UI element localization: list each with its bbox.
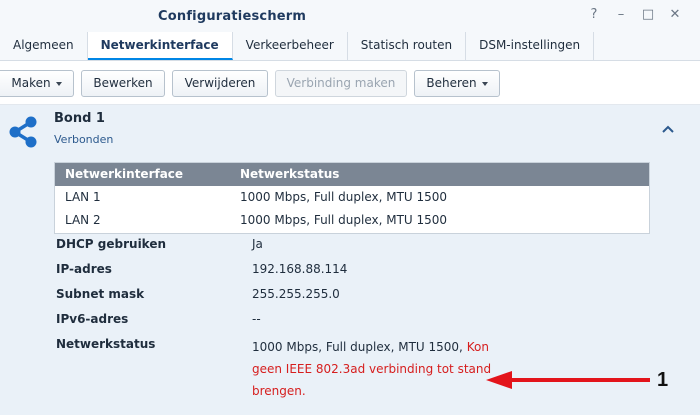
property-value: -- bbox=[252, 312, 261, 326]
netstatus-text: 1000 Mbps, Full duplex, MTU 1500, bbox=[252, 340, 463, 354]
netstatus-value: 1000 Mbps, Full duplex, MTU 1500, Kon ge… bbox=[252, 336, 502, 402]
cell-status: 1000 Mbps, Full duplex, MTU 1500 bbox=[240, 190, 448, 204]
annotation-arrow-icon bbox=[486, 371, 650, 389]
maken-dropdown-button[interactable]: Maken bbox=[0, 70, 74, 97]
column-header-interface: Netwerkinterface bbox=[65, 167, 184, 181]
property-label: Subnet mask bbox=[56, 287, 145, 301]
verwijderen-button[interactable]: Verwijderen bbox=[172, 70, 268, 97]
property-label: IP-adres bbox=[56, 262, 112, 276]
bewerken-button[interactable]: Bewerken bbox=[81, 70, 165, 97]
window-controls: ? – □ ✕ bbox=[587, 7, 682, 23]
maximize-icon[interactable]: □ bbox=[641, 7, 655, 23]
bond-panel: Bond 1 Verbonden Netwerkinterface Netwer… bbox=[0, 105, 700, 415]
tab-netwerkinterface[interactable]: Netwerkinterface bbox=[87, 32, 233, 60]
tab-bar: Algemeen Netwerkinterface Verkeerbeheer … bbox=[0, 32, 700, 61]
toolbar: Maken Bewerken Verwijderen Verbinding ma… bbox=[0, 61, 700, 105]
cell-interface: LAN 2 bbox=[65, 213, 101, 227]
property-label: IPv6-adres bbox=[56, 312, 129, 326]
minimize-icon[interactable]: – bbox=[614, 7, 628, 23]
chevron-down-icon bbox=[481, 81, 488, 86]
share-network-icon bbox=[9, 116, 37, 148]
error-text-line-2: geen IEEE 802.3ad verbinding tot stand bbox=[252, 362, 492, 376]
error-text-line-3: brengen. bbox=[252, 384, 306, 398]
title-bar: Configuratiescherm ? – □ ✕ bbox=[0, 0, 700, 32]
chevron-up-icon[interactable] bbox=[660, 123, 676, 135]
table-header: Netwerkinterface Netwerkstatus bbox=[55, 163, 649, 186]
table-row[interactable]: LAN 1 1000 Mbps, Full duplex, MTU 1500 bbox=[55, 186, 649, 209]
tab-algemeen[interactable]: Algemeen bbox=[0, 32, 88, 60]
column-header-status: Netwerkstatus bbox=[240, 167, 340, 181]
property-ipv6: IPv6-adres -- bbox=[56, 312, 656, 332]
table-row[interactable]: LAN 2 1000 Mbps, Full duplex, MTU 1500 bbox=[55, 209, 649, 232]
bond-status: Verbonden bbox=[54, 133, 114, 146]
tab-statisch-routen[interactable]: Statisch routen bbox=[348, 32, 467, 60]
interfaces-table: Netwerkinterface Netwerkstatus LAN 1 100… bbox=[54, 162, 650, 234]
property-value: 255.255.255.0 bbox=[252, 287, 340, 301]
property-subnet: Subnet mask 255.255.255.0 bbox=[56, 287, 656, 307]
tab-verkeerbeheer[interactable]: Verkeerbeheer bbox=[233, 32, 348, 60]
beheren-label: Beheren bbox=[426, 76, 477, 90]
property-value: 192.168.88.114 bbox=[252, 262, 348, 276]
cell-status: 1000 Mbps, Full duplex, MTU 1500 bbox=[240, 213, 448, 227]
annotation-number: 1 bbox=[657, 369, 669, 391]
property-label: DHCP gebruiken bbox=[56, 237, 167, 251]
tab-dsm-instellingen[interactable]: DSM-instellingen bbox=[466, 32, 595, 60]
chevron-down-icon bbox=[55, 81, 62, 86]
cell-interface: LAN 1 bbox=[65, 190, 101, 204]
beheren-dropdown-button[interactable]: Beheren bbox=[414, 70, 500, 97]
netstatus-line-1: 1000 Mbps, Full duplex, MTU 1500, Kon bbox=[252, 336, 502, 358]
window-title: Configuratiescherm bbox=[158, 9, 307, 24]
maken-label: Maken bbox=[11, 76, 51, 90]
error-text: Kon bbox=[466, 340, 489, 354]
property-ip: IP-adres 192.168.88.114 bbox=[56, 262, 656, 282]
property-value: Ja bbox=[252, 237, 263, 251]
property-label: Netwerkstatus bbox=[56, 337, 156, 351]
bond-name: Bond 1 bbox=[54, 111, 105, 126]
verbinding-maken-button[interactable]: Verbinding maken bbox=[275, 70, 407, 97]
help-icon[interactable]: ? bbox=[587, 7, 601, 23]
property-dhcp: DHCP gebruiken Ja bbox=[56, 237, 656, 257]
close-icon[interactable]: ✕ bbox=[668, 7, 682, 23]
